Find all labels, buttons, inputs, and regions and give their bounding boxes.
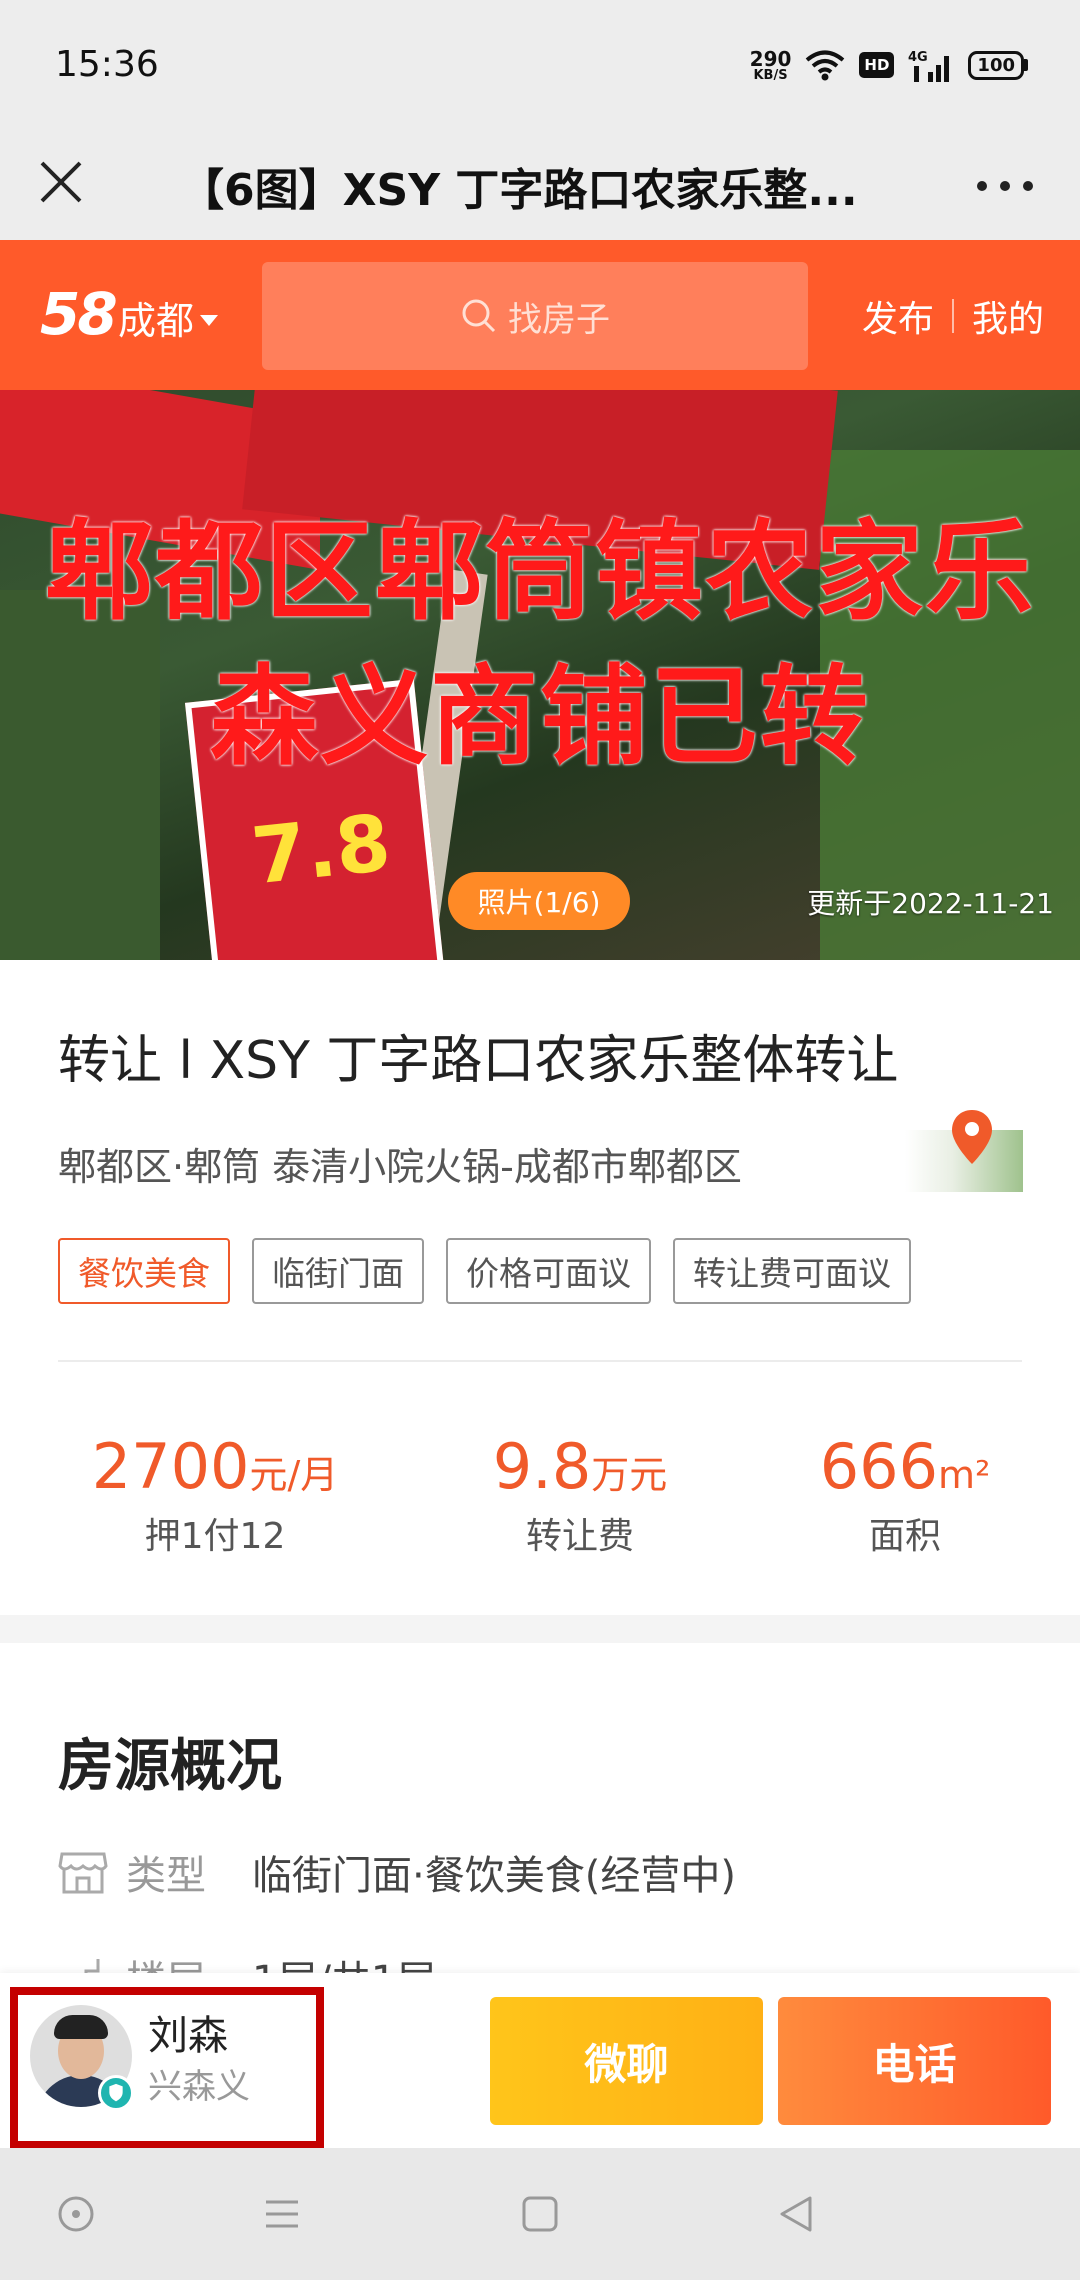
stat-transfer-fee: 9.8万元 转让费 bbox=[430, 1430, 730, 1559]
menu-icon[interactable] bbox=[254, 2186, 310, 2242]
home-circle-icon[interactable] bbox=[48, 2186, 104, 2242]
more-icon[interactable] bbox=[970, 166, 1040, 206]
overview-floor-label: 楼层 bbox=[126, 1948, 246, 1973]
publish-link[interactable]: 发布 bbox=[862, 290, 934, 342]
status-time: 15:36 bbox=[55, 44, 159, 85]
stat-area-unit: m² bbox=[938, 1453, 991, 1497]
map-pin-icon bbox=[952, 1110, 992, 1164]
agent-card[interactable]: 刘森 兴森义 bbox=[10, 1987, 324, 2149]
section-gap bbox=[0, 1615, 1080, 1643]
hd-badge: HD bbox=[859, 52, 895, 78]
avatar-hair bbox=[54, 2015, 108, 2039]
overview-type-label: 类型 bbox=[126, 1853, 206, 1899]
city-selector[interactable]: 成都 bbox=[118, 290, 219, 345]
network-speed: 290 KB/S bbox=[750, 49, 792, 82]
battery-level: 100 bbox=[968, 50, 1024, 80]
stat-area-label: 面积 bbox=[868, 1516, 941, 1557]
system-nav-bar bbox=[0, 2148, 1080, 2280]
title-bar: 【6图】XSY 丁字路口农家乐整... bbox=[0, 130, 1080, 240]
signal-icon: 4G bbox=[908, 50, 950, 82]
stat-area-value-row: 666m² bbox=[760, 1430, 1050, 1503]
agent-name: 刘森 bbox=[148, 2013, 228, 2059]
contact-bar: 刘森 兴森义 微聊 电话 bbox=[0, 1973, 1080, 2149]
tag-list: 餐饮美食 临街门面 价格可面议 转让费可面议 bbox=[58, 1238, 911, 1304]
search-input[interactable]: 找房子 bbox=[262, 262, 808, 370]
overview-type-value: 临街门面·餐饮美食(经营中) bbox=[252, 1853, 736, 1899]
caret-down-icon bbox=[200, 315, 219, 326]
city-label: 成都 bbox=[118, 299, 195, 343]
overlay-line-2: 森义商铺已转 bbox=[209, 655, 870, 780]
agent-company: 兴森义 bbox=[148, 2067, 250, 2107]
close-icon[interactable] bbox=[36, 157, 86, 207]
brand-logo[interactable]: 58 bbox=[40, 280, 118, 348]
search-placeholder: 找房子 bbox=[508, 299, 610, 340]
wifi-icon bbox=[806, 50, 845, 81]
stat-rent-value-row: 2700元/月 bbox=[60, 1430, 370, 1503]
listing-address[interactable]: 郫都区·郫筒 泰清小院火锅-成都市郫都区 bbox=[58, 1136, 742, 1191]
stat-transfer-label: 转让费 bbox=[525, 1516, 634, 1557]
overview-row-floor: 楼层 1层/共1层 bbox=[58, 1948, 436, 1973]
divider bbox=[58, 1360, 1022, 1362]
stat-rent-value: 2700 bbox=[91, 1430, 250, 1503]
overview-row-type: 类型 临街门面·餐饮美食(经营中) bbox=[58, 1843, 736, 1901]
stat-rent-label: 押1付12 bbox=[144, 1516, 286, 1557]
page-title: 【6图】XSY 丁字路口农家乐整... bbox=[180, 165, 858, 216]
hero-photo[interactable]: 7.8 郫都区郫筒镇农家乐 森义商铺已转 照片(1/6) 更新于2022-11-… bbox=[0, 390, 1080, 960]
section-title: 房源概况 bbox=[58, 1734, 282, 1799]
back-icon[interactable] bbox=[768, 2186, 824, 2242]
search-icon bbox=[462, 299, 496, 333]
status-bar: 15:36 290 KB/S HD 4G 100 bbox=[0, 0, 1080, 130]
tag-item: 餐饮美食 bbox=[58, 1238, 230, 1304]
stat-transfer-value-row: 9.8万元 bbox=[430, 1430, 730, 1503]
square-icon[interactable] bbox=[512, 2186, 568, 2242]
battery-icon: 100 bbox=[968, 50, 1028, 80]
app-header: 58 成都 找房子 发布 我的 bbox=[0, 240, 1080, 390]
stat-transfer-value: 9.8 bbox=[492, 1430, 592, 1503]
stat-area-value: 666 bbox=[819, 1430, 939, 1503]
stat-rent-unit: 元/月 bbox=[249, 1453, 339, 1497]
overview-section: 房源概况 类型 临街门面·餐饮美食(经营中) 楼层 1层/共1层 bbox=[0, 1643, 1080, 1973]
battery-tip bbox=[1024, 59, 1028, 71]
tag-item: 转让费可面议 bbox=[673, 1238, 911, 1304]
shop-icon bbox=[58, 1852, 108, 1894]
map-thumbnail[interactable] bbox=[905, 1110, 1023, 1192]
wechat-chat-button[interactable]: 微聊 bbox=[490, 1997, 763, 2125]
overlay-line-1: 郫都区郫筒镇农家乐 bbox=[44, 510, 1035, 635]
updated-date: 更新于2022-11-21 bbox=[807, 887, 1054, 920]
floor-icon bbox=[84, 1959, 100, 1973]
status-icons: 290 KB/S HD 4G 100 bbox=[750, 40, 1028, 90]
network-speed-unit: KB/S bbox=[753, 67, 788, 83]
network-speed-value: 290 bbox=[749, 46, 792, 71]
stat-area: 666m² 面积 bbox=[760, 1430, 1050, 1559]
tag-item: 临街门面 bbox=[252, 1238, 424, 1304]
overview-floor-value: 1层/共1层 bbox=[252, 1948, 436, 1973]
verified-shield-icon bbox=[98, 2075, 134, 2111]
listing-info: 转让 l XSY 丁字路口农家乐整体转让 郫都区·郫筒 泰清小院火锅-成都市郫都… bbox=[0, 960, 1080, 1615]
photo-counter[interactable]: 照片(1/6) bbox=[448, 872, 630, 930]
network-type-label: 4G bbox=[908, 50, 928, 65]
stat-rent: 2700元/月 押1付12 bbox=[60, 1430, 370, 1559]
mine-link[interactable]: 我的 bbox=[972, 290, 1044, 342]
listing-title: 转让 l XSY 丁字路口农家乐整体转让 bbox=[58, 1031, 899, 1091]
stat-transfer-unit: 万元 bbox=[591, 1453, 668, 1497]
tag-item: 价格可面议 bbox=[446, 1238, 651, 1304]
banner-price: 7.8 bbox=[247, 798, 395, 903]
phone-call-button[interactable]: 电话 bbox=[778, 1997, 1051, 2125]
header-links: 发布 我的 bbox=[862, 290, 1044, 342]
header-divider bbox=[951, 299, 954, 333]
